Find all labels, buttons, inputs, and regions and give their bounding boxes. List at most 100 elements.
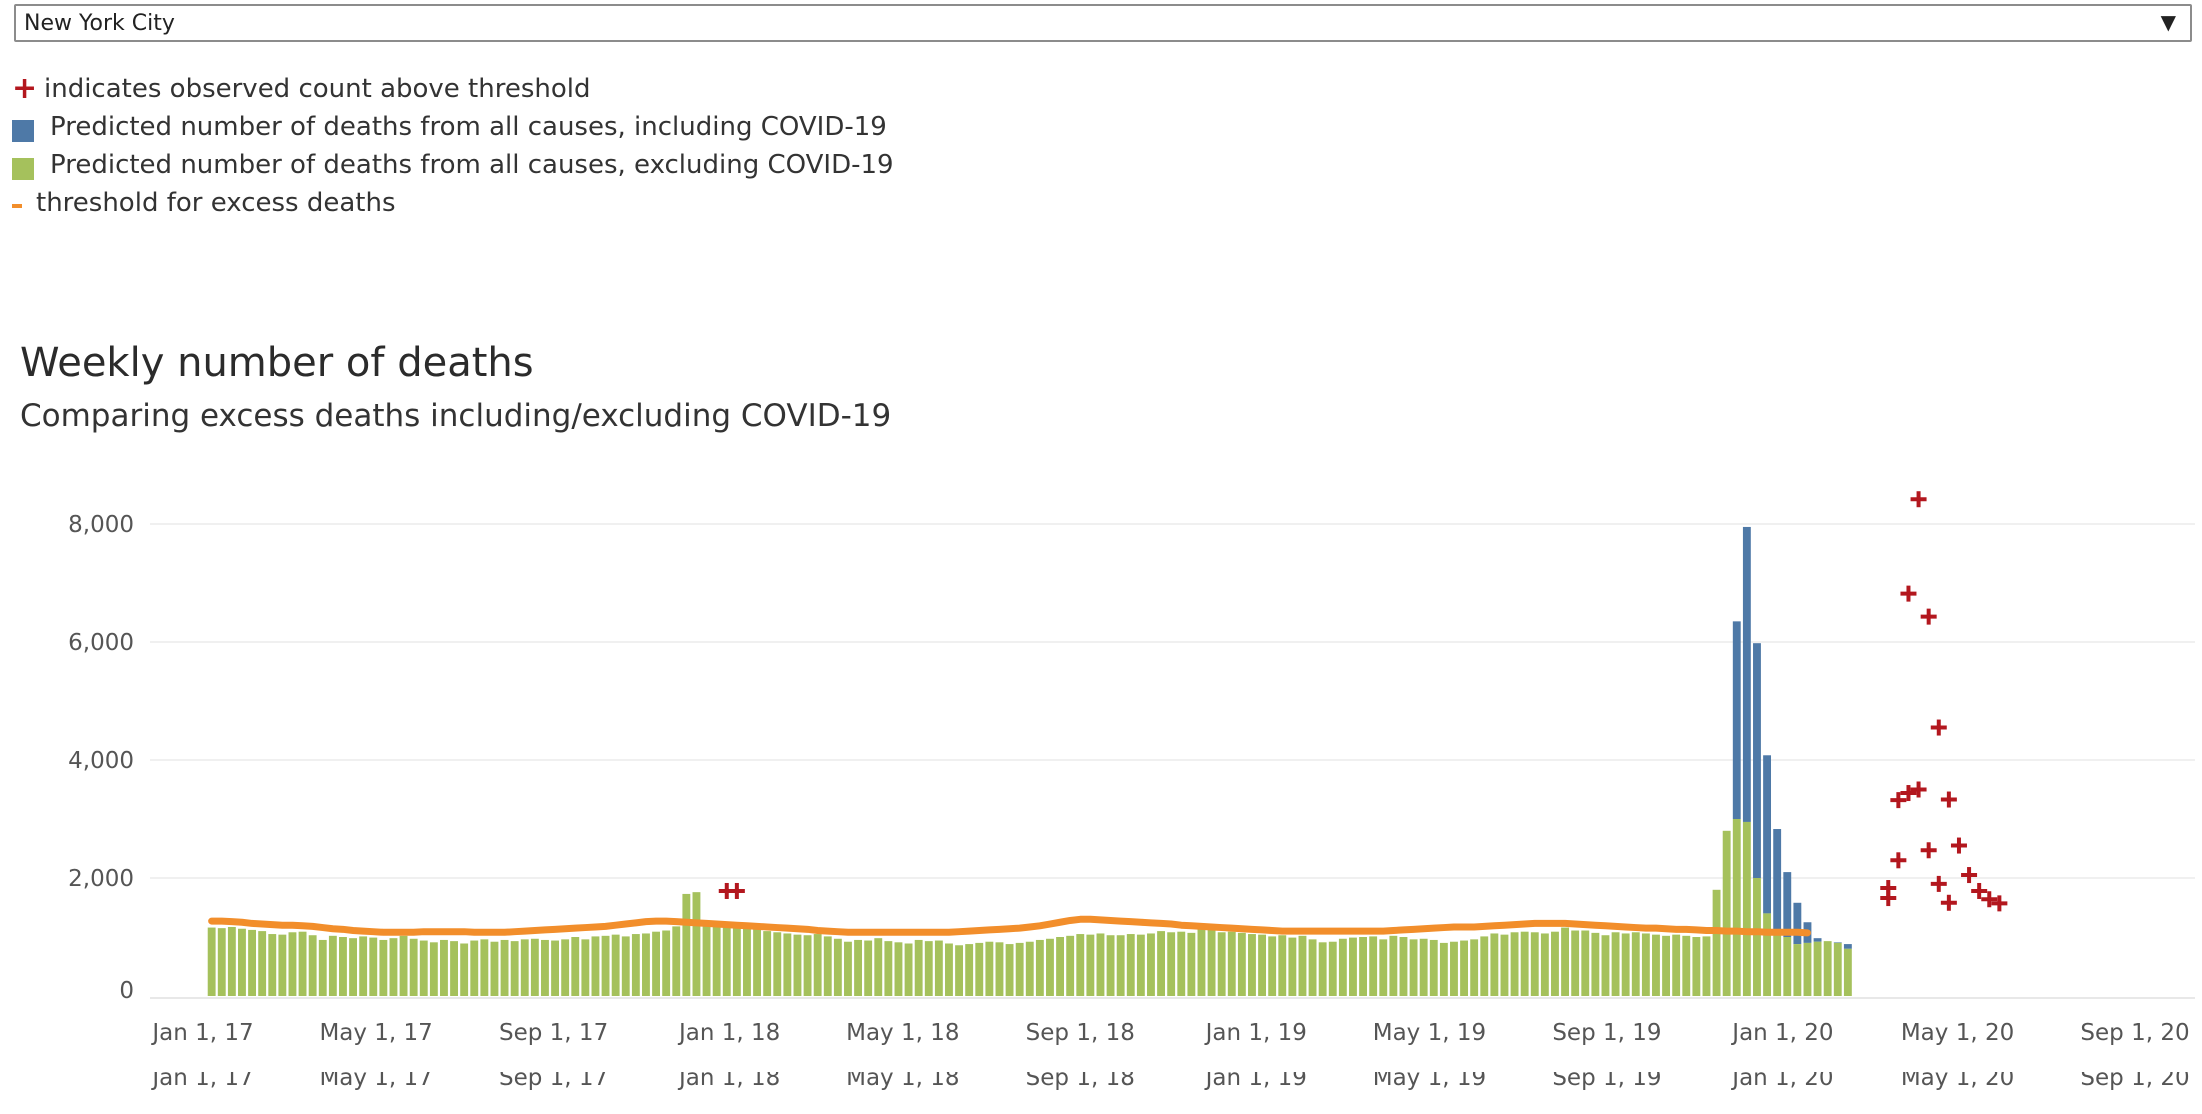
x-tick-label: Sep 1, 20: [2080, 1020, 2189, 1046]
bar-excluding-covid: [753, 928, 762, 996]
bar-excluding-covid: [722, 924, 731, 996]
bar-excluding-covid: [1035, 939, 1044, 996]
bar-excluding-covid: [399, 935, 408, 996]
bar-including-covid: [1753, 643, 1761, 878]
bar-excluding-covid: [1005, 944, 1014, 996]
bar-excluding-covid: [1793, 944, 1802, 996]
bar-excluding-covid: [1379, 939, 1388, 996]
bar-excluding-covid: [561, 939, 570, 996]
bar-excluding-covid: [1480, 936, 1489, 996]
bar-excluding-covid: [965, 944, 974, 996]
y-tick-label: 0: [119, 978, 134, 1004]
bar-excluding-covid: [924, 941, 933, 996]
bar-excluding-covid: [1288, 937, 1297, 996]
above-threshold-marker: [1920, 842, 1937, 859]
above-threshold-marker: [1950, 837, 1967, 854]
bar-excluding-covid: [369, 937, 378, 996]
x-tick-label: May 1, 20: [1901, 1020, 2014, 1046]
bar-excluding-covid: [1763, 913, 1772, 996]
bar-excluding-covid: [1692, 937, 1701, 996]
bar-excluding-covid: [1217, 932, 1226, 996]
bar-excluding-covid: [1439, 942, 1448, 996]
bar-excluding-covid: [1056, 937, 1065, 996]
bar-excluding-covid: [945, 943, 953, 996]
bar-excluding-covid: [1732, 819, 1741, 996]
x-tick-label: May 1, 17: [319, 1020, 432, 1046]
bar-excluding-covid: [1813, 941, 1822, 996]
bar-excluding-covid: [1803, 942, 1812, 996]
bar-excluding-covid: [1389, 935, 1398, 996]
above-threshold-marker: [1900, 585, 1917, 602]
bar-excluding-covid: [1157, 931, 1166, 996]
bar-excluding-covid: [1318, 942, 1327, 996]
bar-excluding-covid: [732, 926, 741, 996]
x-tick-label: May 1, 18: [846, 1020, 959, 1046]
bar-excluding-covid: [652, 931, 660, 996]
bar-excluding-covid: [904, 943, 913, 996]
bar-excluding-covid: [1187, 932, 1196, 996]
bar-excluding-covid: [1833, 942, 1842, 996]
bar-excluding-covid: [1571, 930, 1580, 996]
x-tick-label-duplicate: May 1, 18: [846, 1065, 959, 1091]
above-threshold-marker: [1961, 867, 1978, 884]
bar-excluding-covid: [1601, 935, 1610, 996]
bar-excluding-covid: [298, 931, 307, 996]
bar-excluding-covid: [571, 937, 580, 996]
bar-excluding-covid: [278, 934, 287, 996]
bar-excluding-covid: [813, 934, 822, 996]
y-tick-label: 4,000: [68, 748, 134, 774]
bar-excluding-covid: [1611, 932, 1620, 996]
bar-excluding-covid: [803, 935, 812, 996]
above-threshold-marker: [1971, 882, 1988, 899]
bar-excluding-covid: [874, 938, 883, 996]
bar-excluding-covid: [864, 940, 873, 996]
bar-excluding-covid: [894, 942, 903, 996]
y-tick-label: 6,000: [68, 630, 134, 656]
bar-excluding-covid: [1551, 931, 1559, 996]
bar-excluding-covid: [238, 928, 246, 996]
bar-excluding-covid: [490, 941, 499, 996]
bar-excluding-covid: [1429, 939, 1438, 996]
x-tick-label-duplicate: May 1, 19: [1373, 1065, 1486, 1091]
bar-excluding-covid: [1147, 933, 1155, 996]
bar-excluding-covid: [1753, 878, 1761, 996]
bar-excluding-covid: [1359, 937, 1368, 996]
x-tick-label-duplicate: Sep 1, 17: [499, 1065, 608, 1091]
bar-excluding-covid: [833, 938, 842, 996]
bar-excluding-covid: [1116, 935, 1125, 996]
bar-including-covid: [1742, 526, 1751, 822]
bar-excluding-covid: [611, 934, 620, 996]
bar-excluding-covid: [1177, 931, 1186, 996]
bar-excluding-covid: [551, 940, 559, 996]
above-threshold-marker: [1940, 791, 1957, 808]
above-threshold-marker: [1920, 608, 1937, 625]
bar-excluding-covid: [440, 939, 448, 996]
bar-excluding-covid: [258, 931, 267, 996]
y-tick-label: 2,000: [68, 866, 134, 892]
bar-excluding-covid: [1328, 941, 1337, 996]
bar-excluding-covid: [429, 942, 438, 996]
bar-excluding-covid: [1096, 933, 1105, 996]
bar-excluding-covid: [1066, 935, 1075, 996]
x-tick-label-duplicate: Sep 1, 19: [1552, 1065, 1661, 1091]
bar-excluding-covid: [268, 934, 277, 996]
bar-excluding-covid: [1258, 934, 1267, 996]
bar-excluding-covid: [702, 922, 711, 996]
x-tick-label-duplicate: Sep 1, 20: [2080, 1065, 2189, 1091]
bar-excluding-covid: [914, 939, 923, 996]
y-tick-label: 8,000: [68, 512, 134, 538]
bar-including-covid: [1763, 755, 1772, 914]
bar-excluding-covid: [1369, 936, 1378, 996]
bar-excluding-covid: [1621, 933, 1630, 996]
bar-excluding-covid: [1631, 932, 1640, 996]
bar-excluding-covid: [349, 938, 357, 996]
bar-excluding-covid: [1773, 931, 1782, 996]
bar-excluding-covid: [248, 929, 256, 996]
bar-excluding-covid: [581, 939, 590, 996]
bar-excluding-covid: [1561, 927, 1570, 996]
bar-excluding-covid: [1662, 935, 1671, 996]
bar-excluding-covid: [1207, 928, 1216, 996]
bar-excluding-covid: [1581, 930, 1590, 996]
bar-excluding-covid: [1086, 934, 1095, 996]
bar-excluding-covid: [631, 934, 640, 996]
